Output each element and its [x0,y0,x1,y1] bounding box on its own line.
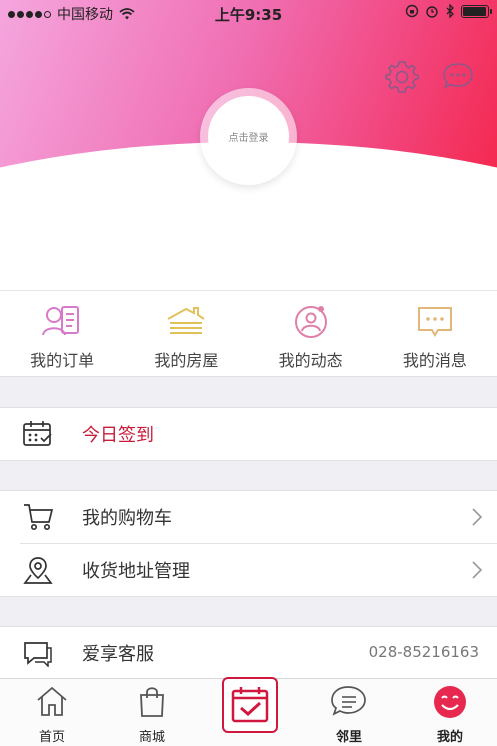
tab-label: 首页 [38,730,65,745]
login-prompt[interactable]: 点击登录 [208,96,289,177]
neighbor-chat-icon [331,686,366,716]
chat-bubble-icon[interactable] [440,58,476,94]
address-label: 收货地址管理 [82,561,190,582]
tab-bar: 首页 商城 邻里 我的 [0,677,497,746]
tab-mall[interactable]: 商城 [107,679,197,746]
home-icon [37,686,67,716]
location-icon [23,557,53,584]
checkin-label: 今日签到 [82,425,154,446]
checkin-row[interactable]: 今日签到 [0,408,497,460]
quick-label: 我的订单 [30,351,95,370]
customer-service-row[interactable]: 爱享客服 028-85216163 [0,627,497,679]
quick-my-house[interactable]: 我的房屋 [124,291,248,376]
cart-icon [24,504,54,531]
order-icon [42,306,80,336]
tab-label: 我的 [436,730,463,745]
chevron-right-icon [472,508,483,526]
address-row[interactable]: 收货地址管理 [0,544,497,596]
tab-checkin[interactable] [222,677,278,733]
cart-row[interactable]: 我的购物车 [0,491,497,543]
service-label: 爱享客服 [82,644,154,665]
section-gap [0,596,497,627]
status-bar: 中国移动 上午9:35 [0,0,497,26]
section-gap [0,460,497,491]
battery-fill [463,6,486,16]
cart-label: 我的购物车 [82,508,172,529]
tab-label: 商城 [138,730,165,745]
service-chat-icon [24,642,52,667]
chevron-right-icon [472,561,483,579]
message-icon [417,307,452,337]
bluetooth-icon [446,4,454,18]
avatar[interactable]: 点击登录 [200,88,297,185]
service-phone[interactable]: 028-85216163 [369,643,479,661]
quick-label: 我的房屋 [154,351,219,370]
shopping-bag-icon [140,687,164,717]
moment-icon [294,306,327,338]
profile-header: 中国移动 上午9:35 点击登录 [0,0,497,290]
quick-my-orders[interactable]: 我的订单 [0,291,124,376]
house-icon [167,307,205,334]
quick-actions: 我的订单 我的房屋 我的动态 我的消息 [0,290,497,376]
quick-label: 我的动态 [278,351,343,370]
quick-my-moments[interactable]: 我的动态 [249,291,373,376]
calendar-icon [23,421,52,446]
smiley-icon [434,686,466,718]
tab-home[interactable]: 首页 [7,679,97,746]
tab-mine[interactable]: 我的 [405,679,495,746]
battery-icon [461,4,492,18]
tab-neighbors[interactable]: 邻里 [304,679,394,746]
section-gap [0,376,497,408]
calendar-check-icon [231,687,269,723]
alarm-icon [426,6,438,18]
orientation-lock-icon [405,4,419,18]
gear-icon[interactable] [384,58,420,94]
quick-my-messages[interactable]: 我的消息 [373,291,497,376]
quick-label: 我的消息 [402,351,467,370]
tab-label: 邻里 [335,730,362,745]
